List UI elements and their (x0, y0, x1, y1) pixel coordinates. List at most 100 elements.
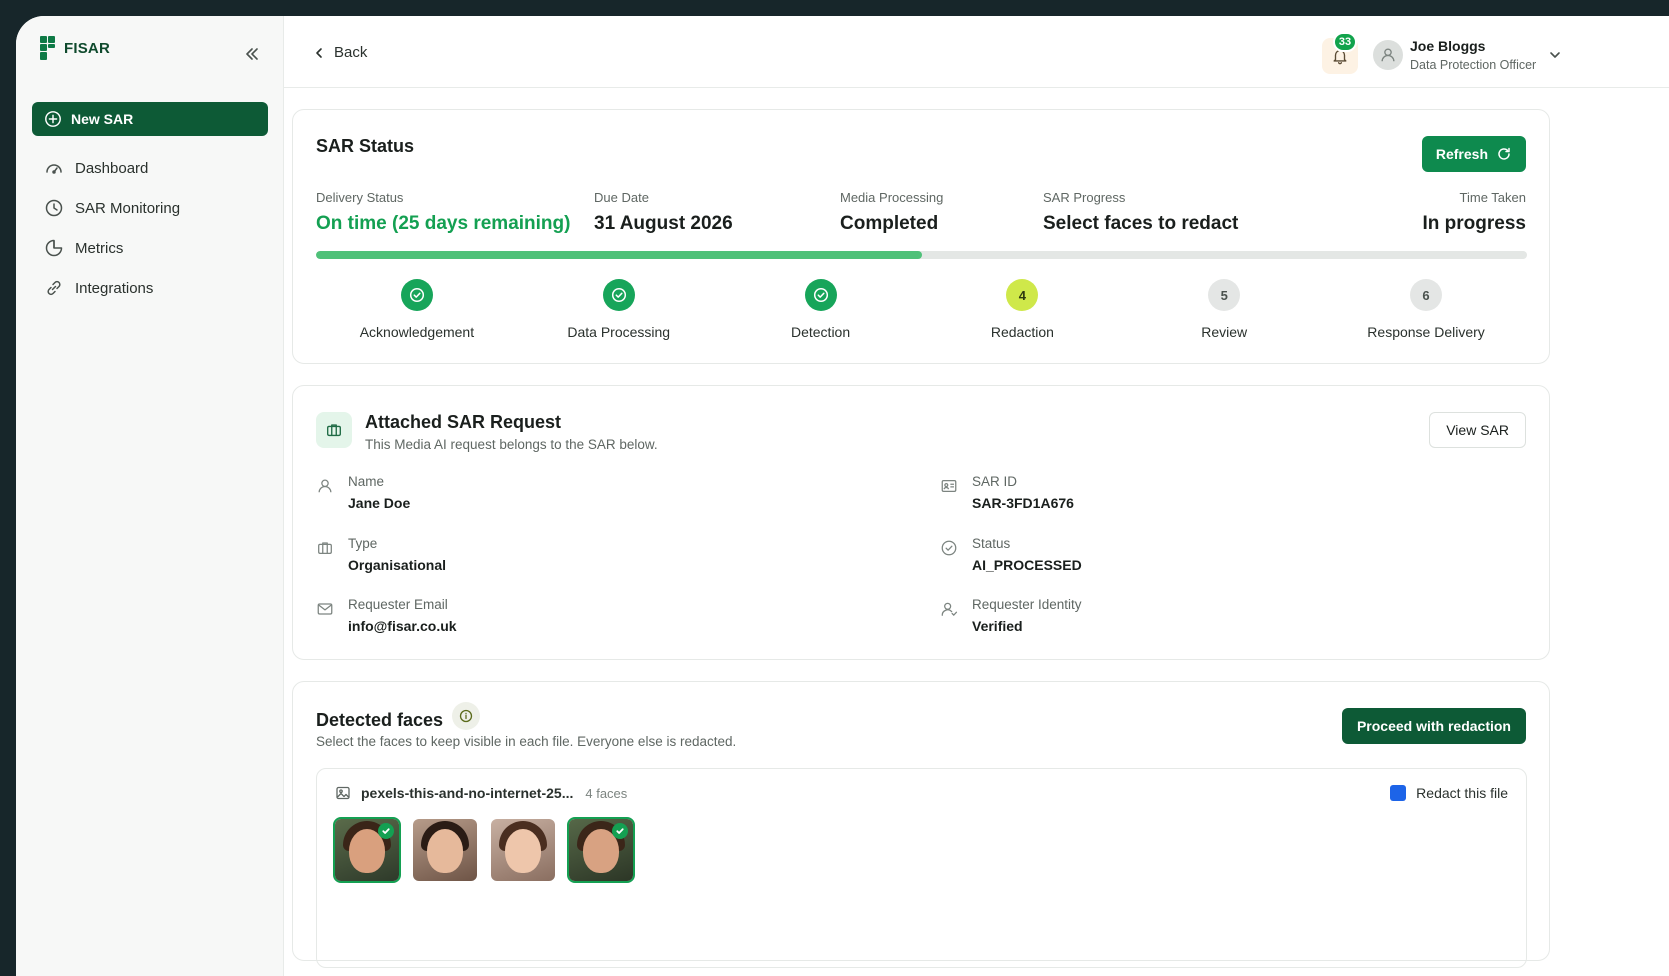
plus-circle-icon (45, 111, 61, 127)
sidebar-item-integrations[interactable]: Integrations (32, 268, 268, 308)
time-taken-value: In progress (1422, 213, 1526, 234)
user-check-icon (941, 602, 958, 617)
sar-progress-value: Select faces to redact (1043, 213, 1239, 234)
face-thumbnail[interactable] (567, 817, 635, 883)
chevron-left-icon (316, 47, 322, 58)
due-date-value: 31 August 2026 (594, 213, 733, 234)
new-sar-button[interactable]: New SAR (32, 102, 268, 136)
step-review: 5 Review (1123, 279, 1325, 340)
sidebar: FISAR New SAR Dashboard SAR Monitoring M… (16, 16, 284, 976)
sidebar-item-dashboard[interactable]: Dashboard (32, 148, 268, 188)
field-label: Status (972, 536, 1011, 551)
top-bar: Back 33 Joe Bloggs Data Protection Offic… (284, 16, 1669, 88)
clock-icon (45, 199, 63, 217)
field-label: Type (348, 536, 378, 551)
face-count: 4 faces (585, 785, 628, 801)
avatar[interactable] (1373, 40, 1403, 70)
field-status: Status AI_PROCESSED (940, 536, 1082, 573)
back-button[interactable]: Back (312, 44, 367, 61)
logo[interactable]: FISAR (40, 34, 110, 62)
step-number: 6 (1410, 279, 1443, 311)
redact-file-checkbox[interactable] (1390, 785, 1407, 801)
step-response-delivery: 6 Response Delivery (1325, 279, 1527, 340)
sidebar-item-label: Metrics (75, 239, 124, 257)
view-sar-button[interactable]: View SAR (1429, 412, 1526, 448)
info-icon[interactable] (452, 702, 480, 730)
face-thumbnail[interactable] (333, 817, 401, 883)
user-icon (1381, 48, 1395, 62)
refresh-icon (1498, 147, 1510, 160)
step-check-icon (400, 279, 433, 311)
delivery-status-value: On time (25 days remaining) (316, 213, 571, 234)
sidebar-item-metrics[interactable]: Metrics (32, 228, 268, 268)
sar-status-card: SAR Status Refresh Delivery Status On ti… (292, 109, 1550, 364)
attached-sar-card: Attached SAR Request This Media AI reque… (292, 385, 1550, 660)
sar-progress-fill (316, 251, 922, 259)
field-value: Jane Doe (348, 495, 411, 511)
logo-mark-icon (40, 34, 58, 62)
sidebar-item-label: Dashboard (75, 159, 149, 177)
due-date: Due Date 31 August 2026 (594, 190, 733, 235)
face-thumbnails (333, 817, 635, 883)
gauge-icon (46, 164, 62, 174)
refresh-button[interactable]: Refresh (1421, 136, 1526, 172)
step-label: Data Processing (567, 324, 671, 340)
field-value: info@fisar.co.uk (348, 618, 457, 634)
app-frame: FISAR New SAR Dashboard SAR Monitoring M… (16, 16, 1669, 976)
step-data-processing: Data Processing (518, 279, 720, 340)
sidebar-nav: Dashboard SAR Monitoring Metrics Integra… (32, 148, 268, 308)
selected-check-icon (612, 823, 628, 839)
collapse-sidebar-icon[interactable] (242, 44, 262, 64)
check-circle-icon (941, 540, 957, 556)
notification-count-badge: 33 (1333, 32, 1357, 52)
proceed-with-redaction-button[interactable]: Proceed with redaction (1341, 708, 1526, 744)
file-name: pexels-this-and-no-internet-25... (361, 785, 574, 801)
due-date-label: Due Date (594, 190, 649, 205)
time-taken-label: Time Taken (1459, 190, 1526, 205)
attached-sar-title: Attached SAR Request (365, 412, 562, 432)
user-role: Data Protection Officer (1410, 58, 1537, 72)
media-processing-value: Completed (840, 213, 939, 234)
step-check-icon (602, 279, 635, 311)
field-label: Requester Email (348, 597, 448, 612)
sar-status-title: SAR Status (316, 136, 415, 156)
sar-progress-bar (316, 251, 1527, 259)
image-icon (336, 786, 350, 800)
face-thumbnail[interactable] (413, 819, 477, 881)
detected-faces-subtitle: Select the faces to keep visible in each… (316, 734, 737, 749)
link-icon (47, 280, 61, 296)
step-label: Response Delivery (1367, 324, 1485, 340)
briefcase-icon (316, 412, 352, 448)
pie-chart-icon (45, 239, 63, 257)
sidebar-item-sar-monitoring[interactable]: SAR Monitoring (32, 188, 268, 228)
sar-progress: SAR Progress Select faces to redact (1043, 190, 1238, 235)
face-thumbnail[interactable] (491, 819, 555, 881)
sar-steps: Acknowledgement Data Processing Detection 4… (316, 279, 1527, 340)
file-faces-panel: pexels-this-and-no-internet-25... 4 face… (316, 768, 1527, 968)
field-value: AI_PROCESSED (972, 557, 1082, 573)
time-taken: Time Taken In progress (1423, 190, 1526, 235)
new-sar-label: New SAR (71, 111, 134, 127)
field-label: SAR ID (972, 474, 1018, 489)
field-label: Name (348, 474, 385, 489)
delivery-status: Delivery Status On time (25 days remaini… (316, 190, 570, 235)
redact-file-toggle[interactable]: Redact this file (1390, 785, 1508, 801)
sidebar-item-label: Integrations (75, 279, 154, 297)
step-number: 5 (1208, 279, 1241, 311)
field-requester-identity: Requester Identity Verified (940, 597, 1082, 634)
detected-faces-card: Detected faces Select the faces to keep … (292, 681, 1550, 968)
refresh-label: Refresh (1435, 146, 1488, 162)
chevron-down-icon[interactable] (1548, 48, 1562, 62)
field-label: Requester Identity (972, 597, 1082, 612)
step-redaction: 4 Redaction (921, 279, 1123, 340)
briefcase-icon (318, 542, 332, 555)
id-card-icon (941, 479, 957, 493)
user-icon (318, 479, 332, 493)
field-value: Verified (972, 618, 1023, 634)
back-label: Back (334, 44, 368, 61)
delivery-status-label: Delivery Status (316, 190, 404, 205)
redact-file-label: Redact this file (1416, 785, 1508, 801)
field-requester-email: Requester Email info@fisar.co.uk (316, 597, 457, 634)
user-name: Joe Bloggs (1410, 38, 1486, 54)
media-processing: Media Processing Completed (840, 190, 943, 235)
